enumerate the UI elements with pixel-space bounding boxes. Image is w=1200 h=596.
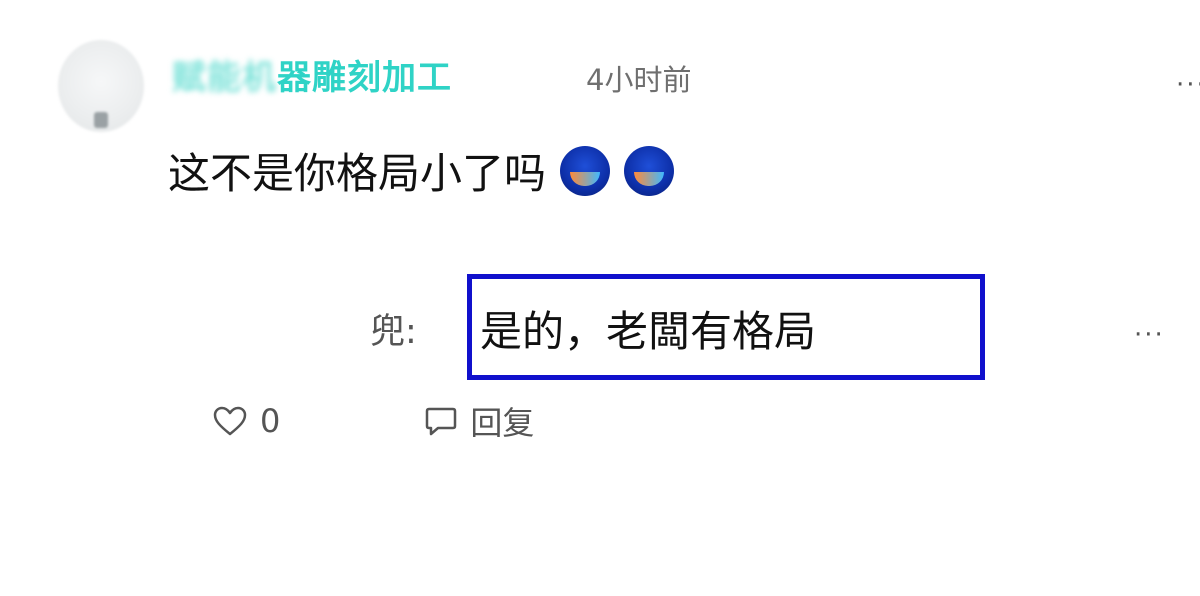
comment-actions: 0 回复 — [212, 398, 534, 444]
timestamp: 4小时前 — [586, 63, 692, 97]
username-text: 器雕刻加工 — [277, 58, 452, 98]
reply-button[interactable]: 回复 — [424, 398, 534, 444]
avatar-detail — [94, 112, 108, 128]
crying-emoji-icon — [560, 145, 611, 196]
crying-emoji-icon — [624, 145, 675, 196]
reply-author[interactable]: 兜: — [370, 303, 417, 354]
comment-body: 这不是你格局小了吗 — [168, 140, 675, 201]
like-count: 0 — [260, 402, 281, 440]
reply-text: 是的，老闆有格局 — [480, 307, 817, 356]
like-button[interactable]: 0 — [212, 402, 280, 440]
comment-icon — [426, 407, 457, 436]
username[interactable]: 赋能机器雕刻加工 — [172, 50, 452, 99]
reply-label: 回复 — [470, 404, 535, 442]
more-options-icon[interactable]: ··· — [1176, 70, 1200, 100]
username-blurred-prefix: 赋能机 — [172, 58, 277, 98]
avatar[interactable] — [58, 40, 144, 132]
comment-text: 这不是你格局小了吗 — [168, 149, 547, 198]
reply-more-options-icon[interactable]: ··· — [1134, 320, 1165, 350]
heart-icon — [213, 406, 247, 436]
reply-author-name: 兜: — [370, 312, 417, 352]
